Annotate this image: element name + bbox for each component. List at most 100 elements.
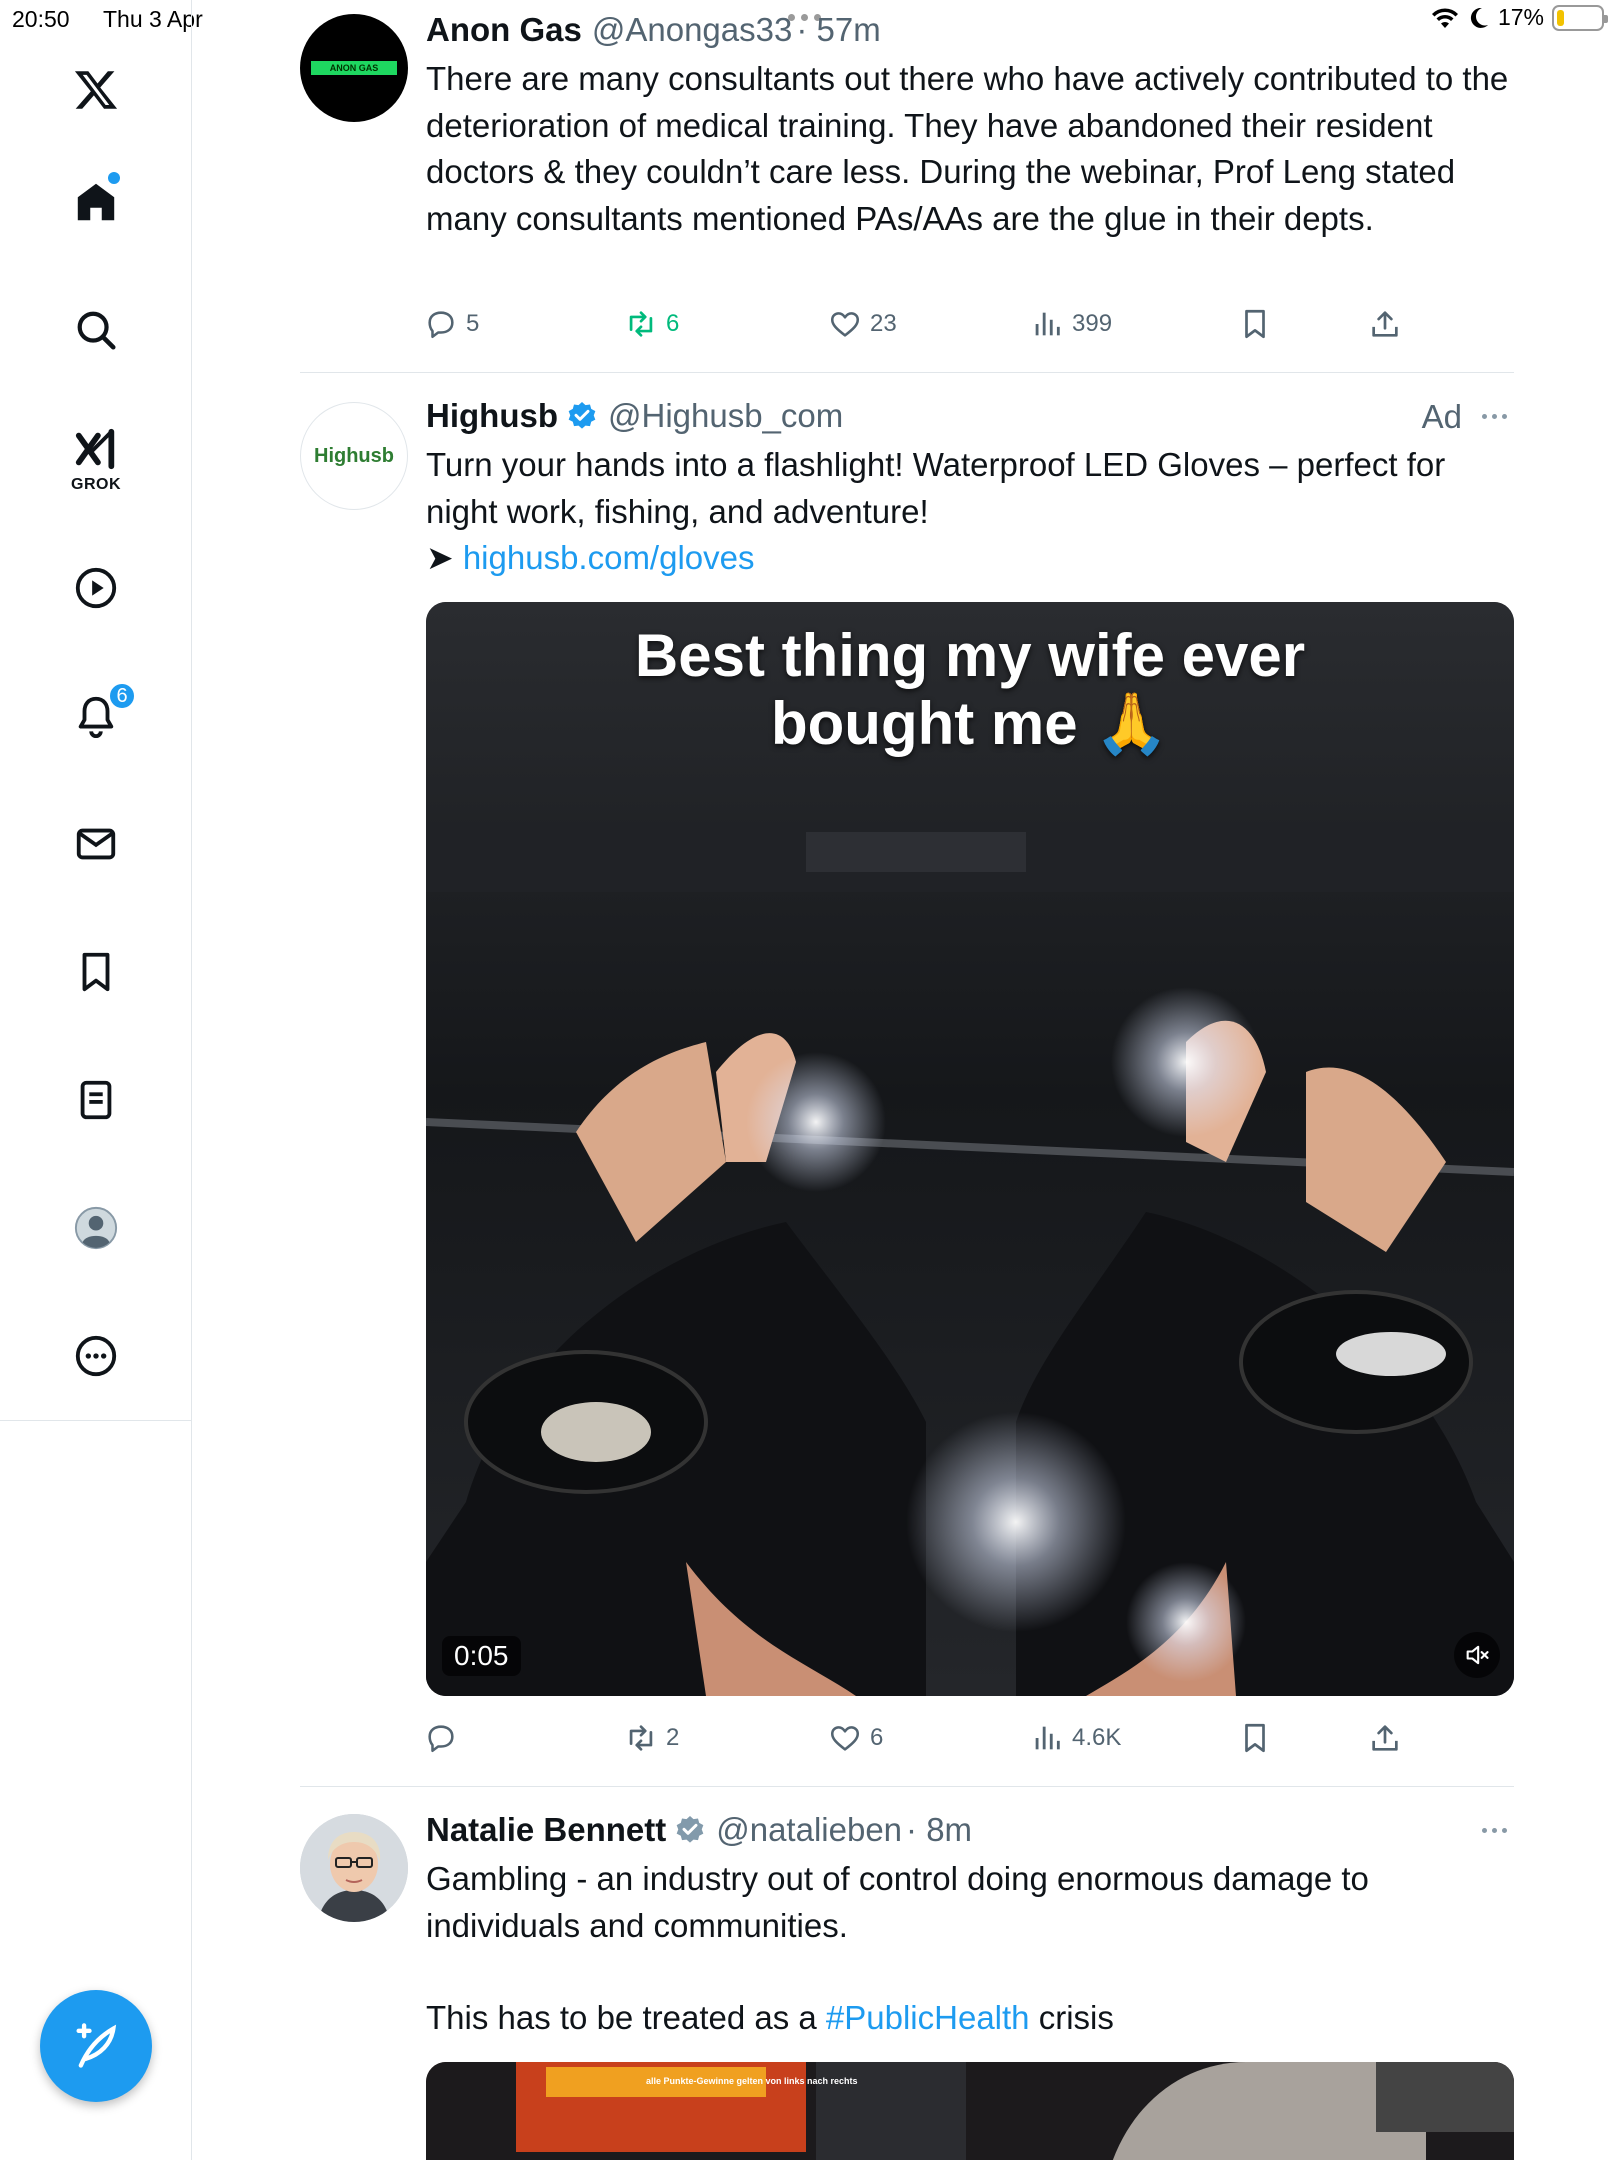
user-photo [300,1814,408,1922]
reply-count: 5 [466,310,480,337]
media-image [426,2062,1514,2160]
display-name[interactable]: Natalie Bennett [426,1811,666,1849]
handle[interactable]: @Anongas33 [592,11,792,49]
sidebar-item-more[interactable] [56,1316,136,1396]
x-logo-icon[interactable] [56,50,136,130]
tweet[interactable]: ANON GAS Anon Gas @Anongas33 · 57m There… [300,0,1514,372]
sidebar-item-lists[interactable] [56,1060,136,1140]
sidebar-item-video[interactable] [56,548,136,628]
speaker-muted-icon [1466,1645,1489,1665]
reply-icon [428,311,454,339]
bookmark-button[interactable] [1238,302,1272,346]
views-button[interactable]: 399 [1030,302,1112,346]
heart-icon [830,312,860,337]
handle[interactable]: @Highusb_com [608,397,843,435]
retweet-count: 6 [666,310,680,337]
reply-button[interactable]: 5 [424,302,479,346]
tweet-header: Highusb @Highusb_com [426,394,1514,438]
sidebar-item-search[interactable] [56,290,136,370]
sidebar-item-notifications[interactable]: 6 [56,676,136,756]
home-icon [77,183,115,221]
like-button[interactable]: 23 [828,302,897,346]
tweet-header: Natalie Bennett @natalieben · 8m [426,1808,1514,1852]
sidebar-item-bookmarks[interactable] [56,932,136,1012]
tweet-header: Anon Gas @Anongas33 · 57m [426,8,1514,52]
tweet-media[interactable]: alle Punkte-Gewinne gelten von links nac… [426,2062,1514,2160]
feather-plus-icon [76,2023,117,2068]
share-button[interactable] [1368,302,1402,346]
list-document-icon [80,1080,112,1120]
video-caption-line-1: Best thing my wife ever [634,622,1306,689]
retweet-icon [629,1725,653,1751]
verified-badge-icon [568,402,596,429]
timestamp[interactable]: · 57m [796,11,880,49]
sidebar-item-profile[interactable] [56,1188,136,1268]
sidebar-item-grok[interactable]: GROK [56,418,136,498]
battery-icon [1552,4,1608,31]
tweet-actions: 2 6 4.6K [424,1716,1514,1760]
retweet-button[interactable]: 6 [624,302,679,346]
bookmark-icon [1245,1723,1265,1753]
share-icon [1372,1725,1398,1751]
sidebar-item-home[interactable] [56,162,136,242]
grok-label: GROK [71,476,121,493]
compose-post-button[interactable] [40,1990,152,2102]
video-duration: 0:05 [442,1636,521,1676]
bookmark-button[interactable] [1238,1716,1272,1760]
like-button[interactable]: 6 [828,1716,883,1760]
tweet-actions: 5 6 23 399 [424,302,1514,346]
tweet-text-fragment: This has to be treated as a [426,1999,826,2036]
profile-avatar-icon [74,1206,118,1250]
video-player[interactable]: Best thing my wife ever bought me 🙏 0:05 [426,602,1514,1696]
share-button[interactable] [1368,1716,1402,1760]
mute-button[interactable] [1454,1632,1500,1678]
tweet-text-line-2: This has to be treated as a #PublicHealt… [426,1995,1514,2042]
tweet-text: Gambling - an industry out of control do… [426,1860,1369,1944]
more-options-button[interactable] [1474,1818,1514,1842]
timestamp[interactable]: · 8m [906,1811,972,1849]
tweet[interactable]: Natalie Bennett @natalieben · 8m Gamblin… [300,1804,1514,2160]
play-circle-icon [75,567,117,609]
reply-icon [428,1725,454,1753]
handle[interactable]: @natalieben [716,1811,902,1849]
more-options-button[interactable] [1474,404,1514,428]
display-name[interactable]: Anon Gas [426,11,582,49]
reply-button[interactable] [424,1716,466,1760]
bookmark-icon [82,952,110,992]
tweet-text-fragment: crisis [1029,1999,1114,2036]
media-text: alle Punkte-Gewinne gelten von links nac… [646,2076,858,2086]
heart-icon [830,1726,860,1751]
views-count: 399 [1072,310,1113,337]
more-circle-icon [75,1335,117,1377]
share-icon [1372,311,1398,337]
bookmark-icon [1245,309,1265,339]
retweet-icon [629,311,653,337]
video-frame [426,602,1514,1696]
views-chart-icon [1035,312,1060,336]
views-button[interactable]: 4.6K [1030,1716,1121,1760]
video-caption: Best thing my wife ever bought me 🙏 [426,622,1514,758]
search-icon [77,311,116,350]
envelope-icon [76,828,116,860]
like-count: 23 [870,310,897,337]
retweet-count: 2 [666,1724,680,1751]
avatar[interactable]: Highusb [300,402,408,510]
arrow-glyph: ➤ [426,539,463,576]
views-count: 4.6K [1072,1724,1122,1751]
views-chart-icon [1035,1726,1060,1750]
sidebar-divider [0,1420,192,1421]
avatar[interactable]: ANON GAS [300,14,408,122]
ad-label: Ad [1421,398,1462,435]
sidebar: GROK 6 [0,0,192,2160]
ad-link[interactable]: highusb.com/gloves [463,539,755,576]
new-posts-dot [108,172,120,184]
avatar[interactable] [300,1814,408,1922]
hashtag-link[interactable]: #PublicHealth [826,1999,1030,2036]
promoted-tweet[interactable]: Highusb Highusb @Highusb_com Ad Turn you… [300,390,1514,1786]
avatar-logo: Highusb [314,444,394,467]
avatar-logo: ANON GAS [311,61,397,75]
retweet-button[interactable]: 2 [624,1716,679,1760]
sidebar-item-messages[interactable] [56,804,136,884]
video-caption-line-2: bought me 🙏 [771,690,1169,757]
display-name[interactable]: Highusb [426,397,558,435]
